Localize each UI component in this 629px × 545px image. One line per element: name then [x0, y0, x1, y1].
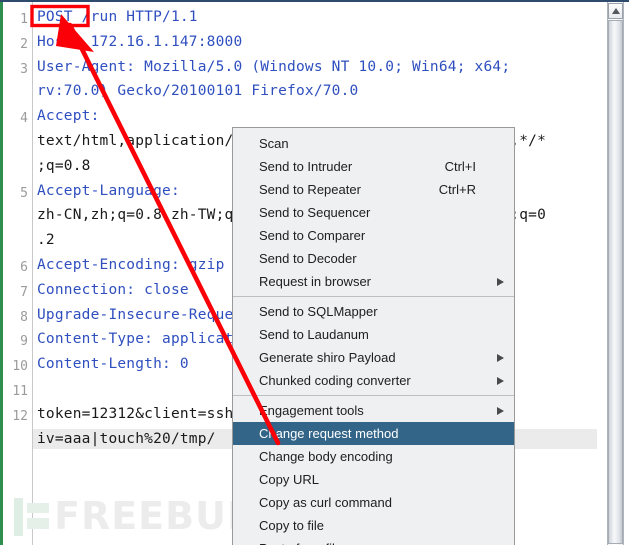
menu-item[interactable]: Change body encoding	[233, 445, 514, 468]
submenu-arrow-icon	[497, 354, 504, 362]
menu-item[interactable]: Paste from file	[233, 537, 514, 545]
code-line[interactable]: Content-Length: 0	[37, 356, 189, 373]
menu-separator	[233, 296, 514, 297]
menu-item-label: Send to Comparer	[259, 228, 366, 243]
menu-item[interactable]: Send to Decoder	[233, 247, 514, 270]
line-number: 11	[12, 384, 28, 399]
code-line-text: POST /run HTTP/1.1	[37, 9, 198, 25]
code-line[interactable]: .2	[37, 232, 55, 249]
code-line-text: Accept-Language:	[37, 182, 180, 199]
code-line[interactable]: Host: 172.16.1.147:8000	[37, 33, 243, 50]
line-number: 10	[12, 359, 28, 375]
menu-item[interactable]: Send to Repeater Ctrl+R	[233, 178, 514, 201]
menu-item[interactable]: Generate shiro Payload	[233, 346, 514, 369]
scroll-up-arrow-icon[interactable]	[608, 3, 623, 19]
code-line[interactable]: ;q=0.8	[37, 157, 91, 174]
line-number: 7	[20, 284, 28, 300]
code-line-text: User-Agent: Mozilla/5.0 (Windows NT 10.0…	[37, 58, 511, 75]
menu-item[interactable]: Copy URL	[233, 468, 514, 491]
menu-item-label: Change request method	[259, 426, 399, 441]
menu-item[interactable]: Send to Intruder Ctrl+I	[233, 155, 514, 178]
menu-item[interactable]: Send to Laudanum	[233, 323, 514, 346]
code-line[interactable]: iv=aaa|touch%20/tmp/	[37, 430, 216, 447]
line-number-gutter: 1 2 3 4 5 6 7 8 9 10 11 12	[3, 2, 33, 545]
code-line[interactable]: Accept:	[37, 108, 100, 125]
code-line[interactable]: Connection: close	[37, 281, 189, 298]
line-number: 9	[20, 334, 28, 350]
menu-item-label: Chunked coding converter	[259, 373, 411, 388]
code-line-text: Accept:	[37, 108, 100, 125]
line-number: 5	[20, 185, 28, 201]
submenu-arrow-icon	[497, 278, 504, 286]
menu-item[interactable]: Scan	[233, 132, 514, 155]
menu-item-label: Send to Sequencer	[259, 205, 371, 220]
menu-item-label: Copy as curl command	[259, 495, 392, 510]
line-number: 12	[12, 408, 28, 424]
scrollbar-thumb[interactable]	[608, 20, 623, 544]
menu-item[interactable]: Send to SQLMapper	[233, 300, 514, 323]
menu-item-label: Engagement tools	[259, 403, 364, 418]
menu-item-label: Request in browser	[259, 274, 371, 289]
menu-item-label: Generate shiro Payload	[259, 350, 396, 365]
menu-item-label: Change body encoding	[259, 449, 393, 464]
menu-item-label: Paste from file	[259, 541, 342, 545]
submenu-arrow-icon	[497, 407, 504, 415]
line-number: 4	[20, 111, 28, 127]
line-number: 8	[20, 309, 28, 325]
menu-item[interactable]: Change request method	[233, 422, 514, 445]
menu-item-label: Send to Intruder	[259, 159, 353, 174]
code-line[interactable]: Accept-Language:	[37, 182, 180, 199]
line-number: 6	[20, 260, 28, 275]
menu-item[interactable]: Send to Comparer	[233, 224, 514, 247]
menu-item-label: Scan	[259, 136, 289, 151]
menu-item[interactable]: Request in browser	[233, 270, 514, 293]
line-number: 2	[20, 36, 28, 52]
code-line-text: rv:70.0) Gecko/20100101 Firefox/70.0	[37, 83, 359, 100]
menu-item-label: Send to Laudanum	[259, 327, 369, 342]
submenu-arrow-icon	[497, 377, 504, 385]
menu-item-shortcut: Ctrl+I	[444, 159, 476, 174]
code-line[interactable]: POST /run HTTP/1.1	[37, 9, 198, 25]
menu-item[interactable]: Engagement tools	[233, 399, 514, 422]
menu-separator	[233, 395, 514, 396]
code-line-text: ;q=0.8	[37, 157, 91, 174]
menu-item-shortcut: Ctrl+R	[438, 182, 476, 197]
menu-item[interactable]: Send to Sequencer	[233, 201, 514, 224]
line-number: 1	[20, 12, 28, 27]
code-line-text: iv=aaa|touch%20/tmp/	[37, 430, 216, 447]
line-number: 3	[20, 61, 28, 77]
menu-item-label: Copy to file	[259, 518, 325, 533]
menu-item-label: Copy URL	[259, 472, 319, 487]
menu-item-label: Send to SQLMapper	[259, 304, 378, 319]
code-line-text: Connection: close	[37, 281, 189, 298]
menu-item-label: Send to Decoder	[259, 251, 357, 266]
vertical-scrollbar[interactable]	[597, 2, 629, 545]
code-line-text: Host: 172.16.1.147:8000	[37, 33, 243, 50]
code-line[interactable]: Accept-Encoding: gzip	[37, 257, 225, 273]
code-line-text: Content-Length: 0	[37, 356, 189, 373]
context-menu[interactable]: Scan Send to Intruder Ctrl+I Send to Repeat…	[232, 127, 515, 545]
menu-item[interactable]: Copy as curl command	[233, 491, 514, 514]
code-line[interactable]: User-Agent: Mozilla/5.0 (Windows NT 10.0…	[37, 58, 511, 75]
code-line-text: Accept-Encoding: gzip	[37, 257, 225, 273]
menu-item-label: Send to Repeater	[259, 182, 361, 197]
request-editor-window: 1 2 3 4 5 6 7 8 9 10 11 12 POST /run HTTP/1.1 Host: …	[0, 0, 629, 545]
code-line[interactable]: rv:70.0) Gecko/20100101 Firefox/70.0	[37, 83, 359, 100]
code-line-text: .2	[37, 232, 55, 249]
menu-item[interactable]: Chunked coding converter	[233, 369, 514, 392]
menu-item[interactable]: Copy to file	[233, 514, 514, 537]
